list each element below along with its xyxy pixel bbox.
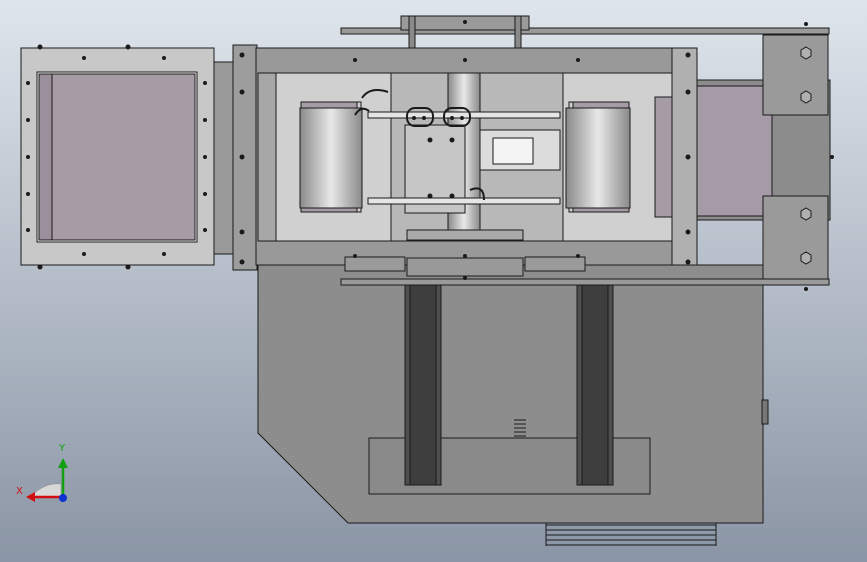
hex-nut-3 — [800, 207, 812, 221]
bottom-rail — [340, 278, 830, 286]
lower-mount-left — [344, 256, 406, 272]
right-extension-window — [696, 85, 773, 217]
main-frame-left-strip — [257, 72, 277, 242]
main-frame-right-window — [654, 96, 673, 218]
hex-nut-1 — [800, 46, 812, 60]
left-frame-window — [51, 73, 196, 241]
base-side-knob — [761, 399, 769, 425]
hex-block-bottom — [762, 195, 829, 280]
y-axis-label: Y — [59, 443, 66, 454]
cad-viewport[interactable]: X Y — [0, 0, 867, 562]
z-axis-dot-icon — [59, 494, 67, 502]
lower-bar — [406, 229, 524, 241]
roller-left — [299, 107, 363, 209]
hex-block-top — [762, 34, 829, 116]
left-connector — [213, 61, 235, 255]
model-canvas[interactable] — [0, 0, 867, 562]
left-frame-window-bevel — [38, 73, 53, 241]
hex-nut-2 — [800, 90, 812, 104]
left-slot-inner — [409, 282, 437, 486]
lower-mount-right — [524, 256, 586, 272]
inner-slider-window — [492, 137, 534, 165]
main-frame-right-post — [671, 47, 698, 266]
hex-nut-4 — [800, 251, 812, 265]
roller-right — [565, 107, 631, 209]
lower-mount — [406, 257, 524, 277]
x-axis-label: X — [16, 486, 23, 497]
left-post — [232, 44, 258, 271]
guide-rod-top — [367, 111, 561, 119]
right-slot-inner — [581, 282, 609, 486]
guide-rod-bottom — [367, 197, 561, 205]
